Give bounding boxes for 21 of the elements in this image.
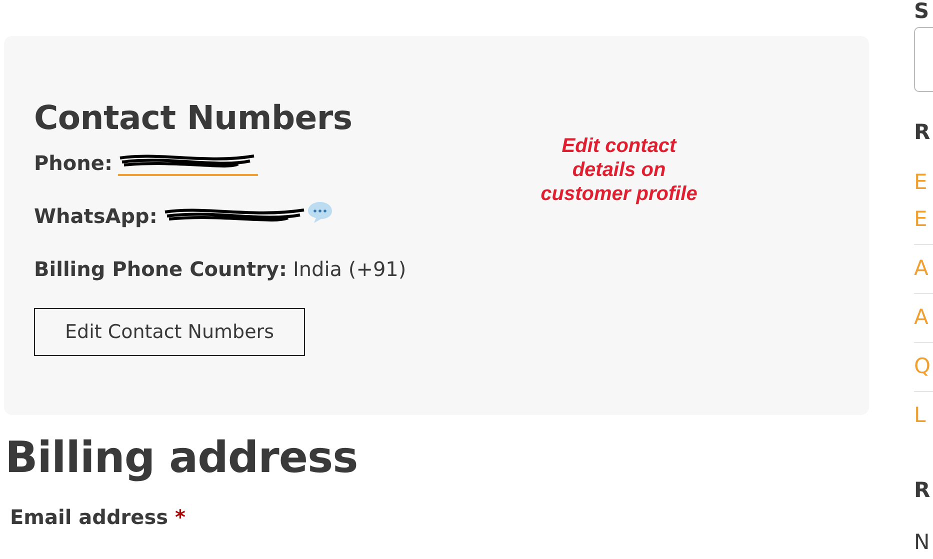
sidebar-heading: R	[914, 478, 932, 502]
field-value: India (+91)	[292, 257, 406, 281]
sidebar-link[interactable]: L	[914, 391, 933, 434]
sidebar-text: N	[914, 530, 931, 554]
sidebar-heading: S	[914, 0, 930, 22]
sidebar-link[interactable]: Q	[914, 342, 933, 385]
edit-contact-numbers-button[interactable]: Edit Contact Numbers	[34, 308, 306, 356]
field-label: Phone:	[34, 151, 112, 175]
card-title: Contact Numbers	[34, 98, 354, 137]
field-label: Email address	[10, 505, 168, 529]
field-label: WhatsApp:	[34, 204, 158, 228]
field-label: Billing Phone Country:	[34, 257, 287, 281]
sidebar-link[interactable]: E	[914, 201, 933, 238]
sidebar-link[interactable]: E	[914, 164, 933, 201]
sidebar-link[interactable]: A	[914, 293, 933, 336]
sidebar-link[interactable]: A	[914, 244, 933, 287]
required-mark: *	[175, 505, 186, 529]
chat-bubble-icon[interactable]	[306, 200, 334, 224]
annotation-note: Edit contact details on customer profile	[540, 134, 698, 206]
section-heading: Billing address	[5, 433, 359, 483]
sidebar-heading: R	[914, 120, 932, 144]
